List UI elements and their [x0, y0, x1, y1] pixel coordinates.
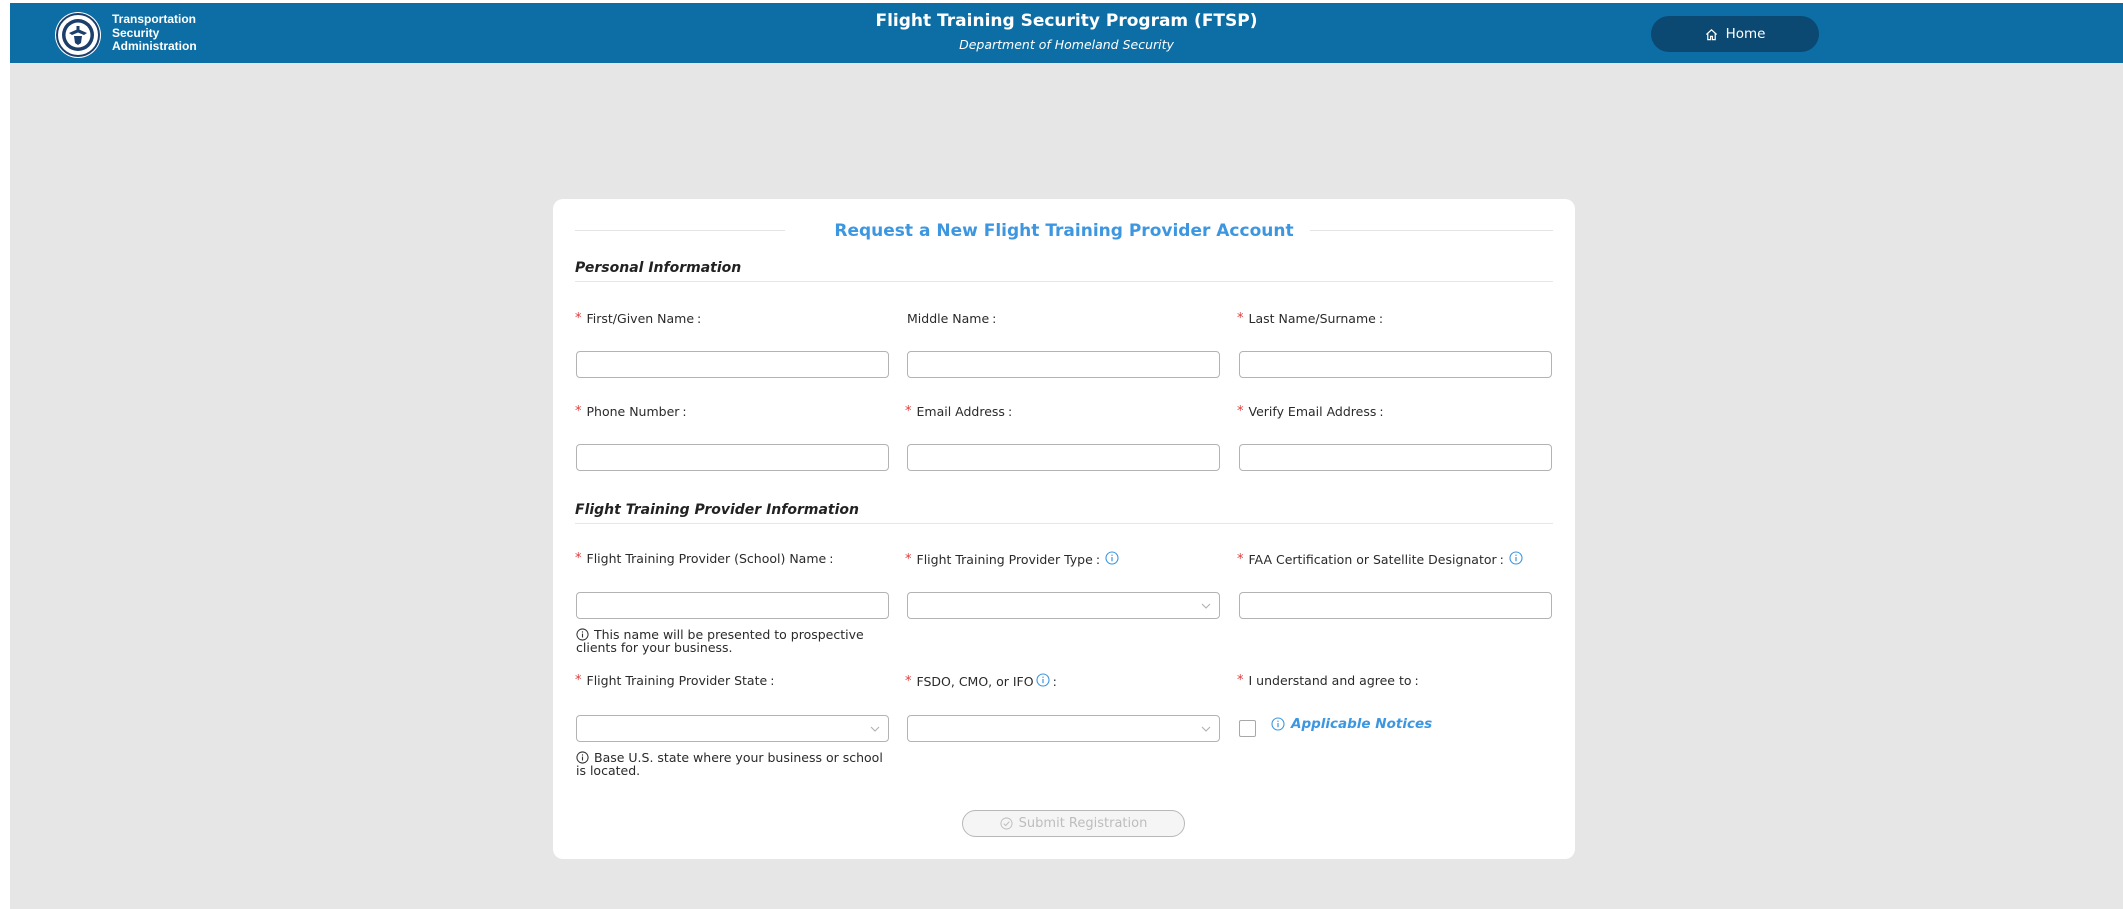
middle-name-label-text: Middle Name	[907, 311, 990, 326]
home-icon	[1705, 28, 1718, 41]
faa-cert-input[interactable]	[1239, 592, 1552, 619]
provider-type-select[interactable]	[907, 592, 1220, 619]
personal-section-title: Personal Information	[575, 260, 742, 276]
fsdo-select[interactable]	[907, 715, 1220, 742]
school-name-input[interactable]	[576, 592, 889, 619]
required-marker: *	[575, 673, 582, 688]
label-colon: :	[1052, 674, 1057, 689]
chevron-down-icon	[870, 726, 880, 732]
required-marker: *	[1237, 673, 1244, 688]
school-name-label-text: Flight Training Provider (School) Name	[586, 551, 827, 566]
school-name-label: * Flight Training Provider (School) Name…	[575, 551, 833, 566]
required-marker: *	[1237, 552, 1244, 567]
label-colon: :	[1007, 404, 1013, 419]
last-name-label-text: Last Name/Surname	[1248, 311, 1376, 326]
info-circle-icon[interactable]	[1105, 551, 1119, 568]
required-marker: *	[905, 674, 912, 689]
state-hint-text: Base U.S. state where your business or s…	[576, 750, 883, 778]
submit-registration-label: Submit Registration	[1018, 816, 1148, 831]
provider-section-rule	[575, 523, 1553, 524]
home-button-label: Home	[1725, 26, 1766, 42]
verify-email-input[interactable]	[1239, 444, 1552, 471]
middle-name-label: Middle Name :	[907, 311, 996, 326]
required-marker: *	[575, 311, 582, 326]
agree-label-text: I understand and agree to	[1248, 673, 1412, 688]
required-marker: *	[1237, 311, 1244, 326]
label-colon: :	[1378, 311, 1384, 326]
label-colon: :	[992, 311, 997, 326]
phone-input[interactable]	[576, 444, 889, 471]
app-background: Transportation Security Administration F…	[10, 3, 2123, 909]
required-marker: *	[575, 404, 582, 419]
required-marker: *	[575, 551, 582, 566]
email-label-text: Email Address	[916, 404, 1005, 419]
first-name-label-text: First/Given Name	[586, 311, 695, 326]
registration-card: Request a New Flight Training Provider A…	[553, 199, 1575, 859]
middle-name-input[interactable]	[907, 351, 1220, 378]
info-circle-icon[interactable]	[1509, 551, 1523, 568]
last-name-input[interactable]	[1239, 351, 1552, 378]
top-header: Transportation Security Administration F…	[10, 3, 2123, 63]
verify-email-label-text: Verify Email Address	[1248, 404, 1377, 419]
provider-type-label-text: Flight Training Provider Type	[916, 552, 1093, 567]
email-label: * Email Address :	[905, 404, 1012, 419]
provider-section-title: Flight Training Provider Information	[575, 502, 859, 518]
first-name-label: * First/Given Name :	[575, 311, 701, 326]
label-colon: :	[1379, 404, 1384, 419]
state-label: * Flight Training Provider State :	[575, 673, 774, 688]
required-marker: *	[905, 552, 912, 567]
submit-registration-button[interactable]: Submit Registration	[962, 810, 1185, 837]
label-colon: :	[1095, 552, 1101, 567]
chevron-down-icon	[1201, 603, 1211, 609]
fsdo-label: * FSDO, CMO, or IFO :	[905, 673, 1057, 690]
info-circle-icon	[1271, 717, 1285, 731]
phone-label: * Phone Number :	[575, 404, 687, 419]
info-circle-icon[interactable]	[1036, 673, 1050, 690]
home-button[interactable]: Home	[1651, 16, 1819, 52]
faa-cert-label: * FAA Certification or Satellite Designa…	[1237, 551, 1523, 568]
check-circle-icon	[1000, 817, 1013, 830]
chevron-down-icon	[1201, 726, 1211, 732]
faa-cert-label-text: FAA Certification or Satellite Designato…	[1248, 552, 1497, 567]
required-marker: *	[1237, 404, 1244, 419]
personal-section-rule	[575, 281, 1553, 282]
agree-checkbox[interactable]	[1239, 720, 1256, 737]
agree-label: * I understand and agree to :	[1237, 673, 1419, 688]
first-name-input[interactable]	[576, 351, 889, 378]
label-colon: :	[682, 404, 687, 419]
school-name-hint-text: This name will be presented to prospecti…	[576, 627, 864, 655]
phone-label-text: Phone Number	[586, 404, 680, 419]
fsdo-label-text: FSDO, CMO, or IFO	[916, 674, 1034, 689]
state-label-text: Flight Training Provider State	[586, 673, 768, 688]
verify-email-label: * Verify Email Address :	[1237, 404, 1384, 419]
applicable-notices-link[interactable]: Applicable Notices	[1271, 716, 1432, 732]
label-colon: :	[770, 673, 775, 688]
applicable-notices-text: Applicable Notices	[1291, 716, 1433, 732]
email-input[interactable]	[907, 444, 1220, 471]
label-colon: :	[697, 311, 702, 326]
form-title: Request a New Flight Training Provider A…	[834, 221, 1294, 241]
label-colon: :	[829, 551, 834, 566]
provider-type-label: * Flight Training Provider Type :	[905, 551, 1119, 568]
state-select[interactable]	[576, 715, 889, 742]
school-name-hint: This name will be presented to prospecti…	[576, 628, 896, 654]
label-colon: :	[1414, 673, 1419, 688]
last-name-label: * Last Name/Surname :	[1237, 311, 1383, 326]
label-colon: :	[1499, 552, 1504, 567]
state-hint: Base U.S. state where your business or s…	[576, 751, 896, 777]
title-divider-right	[1310, 230, 1553, 231]
required-marker: *	[905, 404, 912, 419]
